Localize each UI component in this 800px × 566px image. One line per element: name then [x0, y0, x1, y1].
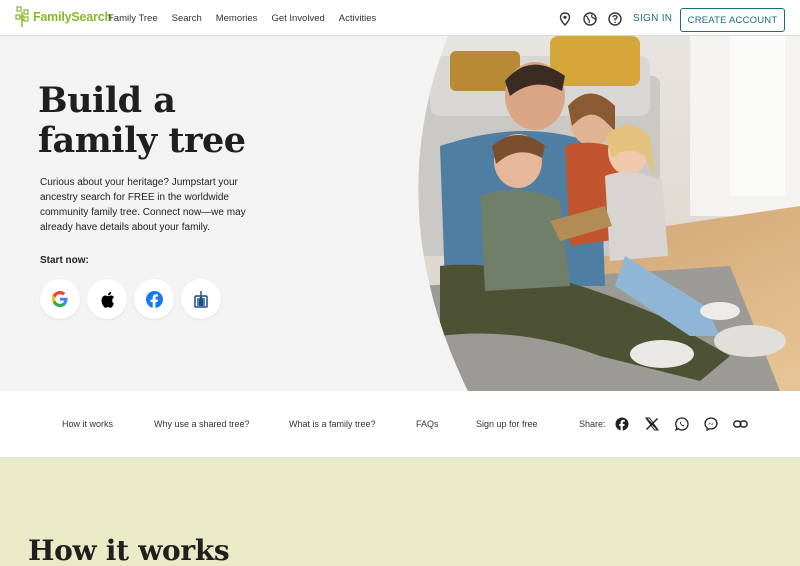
- nav-get-involved[interactable]: Get Involved: [271, 13, 324, 24]
- main-nav: Family Tree Search Memories Get Involved…: [108, 0, 390, 36]
- nav-search[interactable]: Search: [172, 13, 202, 24]
- section-link-how-it-works[interactable]: How it works: [62, 419, 113, 429]
- location-pin-icon[interactable]: [557, 11, 572, 26]
- logo-text: FamilySearch: [33, 10, 112, 24]
- section-link-faqs[interactable]: FAQs: [416, 419, 439, 429]
- google-icon: [52, 291, 68, 307]
- tree-logo-icon: [15, 6, 29, 27]
- apple-icon: [101, 291, 114, 308]
- apple-signin-button[interactable]: [87, 279, 127, 319]
- facebook-icon: [145, 290, 163, 308]
- nav-family-tree[interactable]: Family Tree: [108, 13, 158, 24]
- facebook-signin-button[interactable]: [134, 279, 174, 319]
- section-link-what-is-family-tree[interactable]: What is a family tree?: [289, 419, 376, 429]
- create-account-button[interactable]: CREATE ACCOUNT: [680, 8, 785, 32]
- share-messenger-icon[interactable]: [703, 416, 718, 431]
- section-link-why-shared-tree[interactable]: Why use a shared tree?: [154, 419, 250, 429]
- share-facebook-icon[interactable]: [614, 416, 629, 431]
- familysearch-logo[interactable]: FamilySearch: [15, 4, 112, 30]
- share-label: Share:: [579, 419, 606, 429]
- share-x-icon[interactable]: [644, 416, 659, 431]
- hero-title-line2: family tree: [38, 120, 246, 161]
- social-login-buttons: [40, 279, 228, 319]
- church-account-icon: [194, 291, 208, 308]
- hero-title: Build a family tree: [38, 81, 338, 161]
- start-now-label: Start now:: [40, 255, 89, 266]
- google-signin-button[interactable]: [40, 279, 80, 319]
- hero-section: Build a family tree Curious about your h…: [0, 36, 800, 391]
- help-icon[interactable]: [607, 11, 622, 26]
- sign-in-link[interactable]: SIGN IN: [633, 13, 672, 24]
- share-link-icon[interactable]: [733, 416, 748, 431]
- nav-memories[interactable]: Memories: [216, 13, 258, 24]
- hero-description: Curious about your heritage? Jumpstart y…: [40, 177, 246, 233]
- share-whatsapp-icon[interactable]: [674, 416, 689, 431]
- how-it-works-section: How it works: [0, 458, 800, 566]
- nav-activities[interactable]: Activities: [339, 13, 376, 24]
- section-link-sign-up[interactable]: Sign up for free: [476, 419, 538, 429]
- family-hero-photo: [418, 36, 800, 391]
- section-nav: How it works Why use a shared tree? What…: [0, 391, 800, 458]
- utility-icons: [557, 11, 632, 26]
- church-account-signin-button[interactable]: [181, 279, 221, 319]
- how-it-works-heading: How it works: [28, 534, 230, 566]
- hero-title-line1: Build a: [38, 80, 176, 121]
- globe-icon[interactable]: [582, 11, 597, 26]
- site-header: FamilySearch Family Tree Search Memories…: [0, 0, 800, 36]
